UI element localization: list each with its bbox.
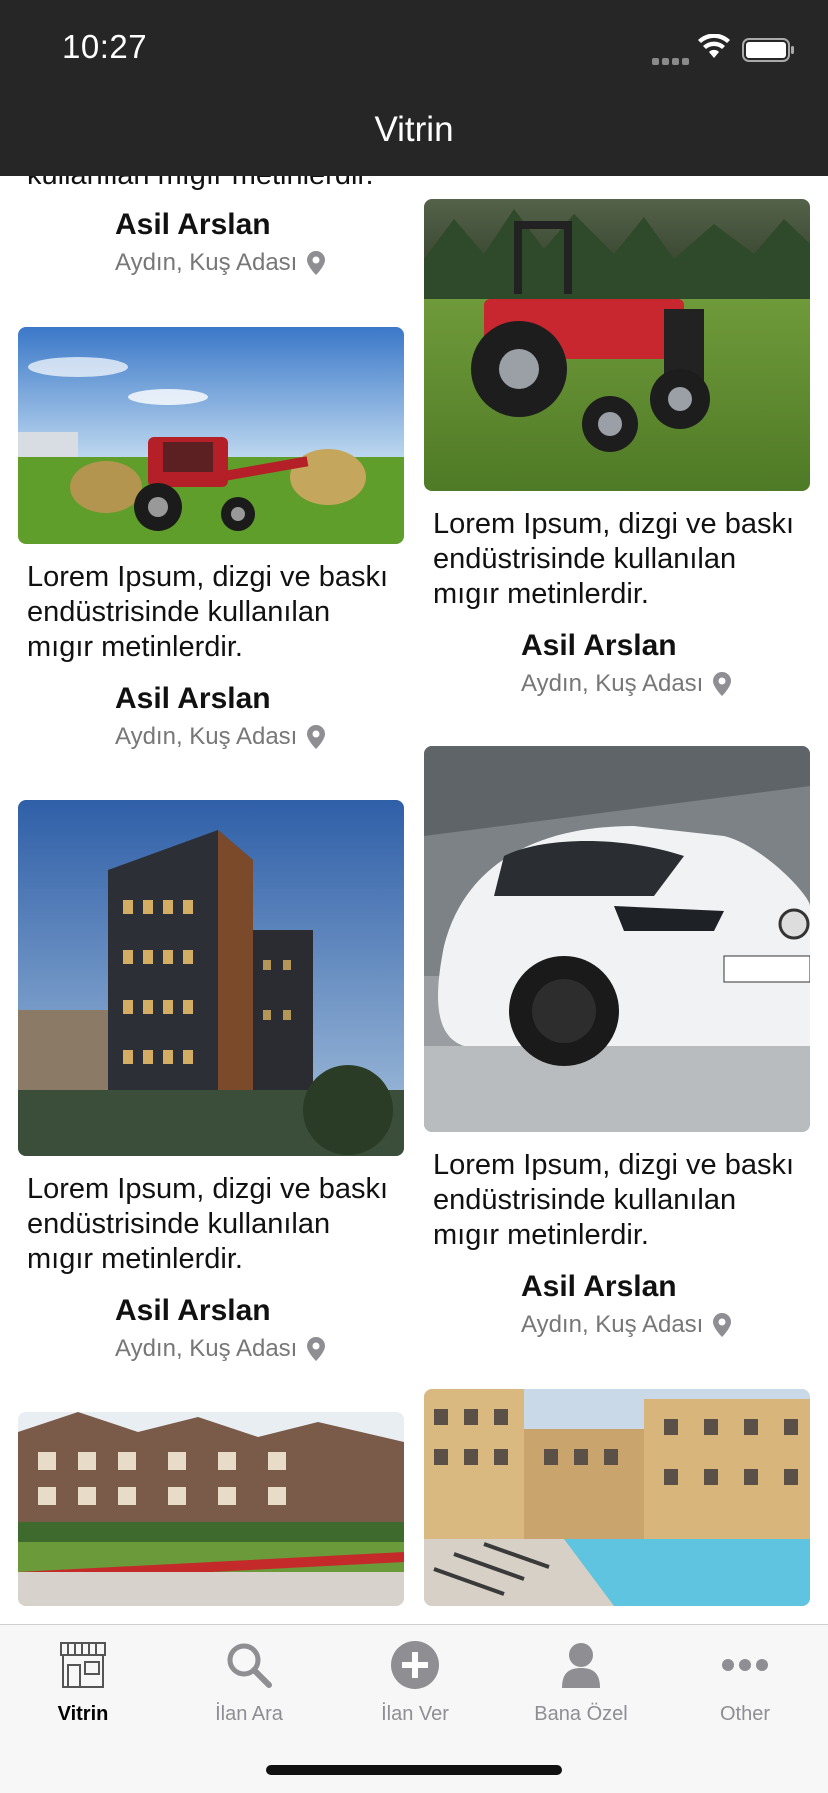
location-pin-icon — [713, 1313, 732, 1337]
tab-ilan-ara[interactable]: İlan Ara — [166, 1637, 332, 1726]
listing-seller: Asil Arslan — [521, 1270, 677, 1303]
listing-location: Aydın, Kuş Adası — [115, 249, 404, 277]
listing-card[interactable]: Lorem Ipsum, dizgi ve baskı endüstrisind… — [424, 199, 810, 698]
tab-label: Bana Özel — [534, 1703, 628, 1725]
search-icon — [166, 1637, 332, 1693]
location-text: Aydın, Kuş Adası — [115, 1335, 298, 1362]
listing-location: Aydın, Kuş Adası — [115, 723, 404, 751]
navigation-bar: Vitrin — [0, 88, 828, 176]
listing-image-townhouses — [18, 1412, 404, 1606]
listing-card[interactable]: Lorem Ipsum, dizgi ve baskı endüstrisind… — [18, 800, 404, 1363]
listing-card[interactable]: Lorem Ipsum, dizgi ve baskı endüstrisind… — [424, 746, 810, 1339]
listing-seller: Asil Arslan — [521, 629, 677, 662]
location-pin-icon — [307, 1337, 326, 1361]
listing-location: Aydın, Kuş Adası — [115, 1335, 404, 1363]
plus-circle-icon — [332, 1637, 498, 1693]
status-bar: 10:27 — [0, 0, 828, 88]
listing-location: Aydın, Kuş Adası — [521, 670, 810, 698]
location-text: Aydın, Kuş Adası — [521, 1311, 704, 1338]
listing-description: Lorem Ipsum, dizgi ve baskı endüstrisind… — [433, 508, 795, 610]
tab-label: Other — [719, 1703, 771, 1725]
tab-label: Vitrin — [57, 1703, 109, 1725]
listing-card[interactable]: kullanılan mıgır metinlerdir. Asil Arsla… — [18, 176, 404, 277]
location-pin-icon — [307, 251, 326, 275]
listing-seller: Asil Arslan — [115, 1294, 271, 1327]
tab-bana-ozel[interactable]: Bana Özel — [498, 1637, 664, 1726]
tab-vitrin[interactable]: Vitrin — [0, 1637, 166, 1726]
tab-ilan-ver[interactable]: İlan Ver — [332, 1637, 498, 1726]
home-indicator[interactable] — [266, 1765, 562, 1775]
listing-seller: Asil Arslan — [115, 682, 271, 715]
listing-card[interactable]: Lorem Ipsum, dizgi ve baskı endüstrisind… — [18, 327, 404, 751]
battery-icon — [742, 38, 796, 67]
listing-description: Lorem Ipsum, dizgi ve baskı endüstrisind… — [27, 561, 389, 663]
tab-other[interactable]: Other — [662, 1637, 828, 1726]
listing-image-tractor-hay — [18, 327, 404, 544]
location-text: Aydın, Kuş Adası — [521, 670, 704, 697]
listing-grid[interactable]: kullanılan mıgır metinlerdir. Asil Arsla… — [0, 176, 828, 1626]
listing-description: Lorem Ipsum, dizgi ve baskı endüstrisind… — [27, 1173, 389, 1275]
listing-description: kullanılan mıgır metinlerdir. — [18, 176, 404, 193]
location-text: Aydın, Kuş Adası — [115, 723, 298, 750]
storefront-icon — [0, 1637, 166, 1693]
listing-location: Aydın, Kuş Adası — [521, 1311, 810, 1339]
listing-image-building — [18, 800, 404, 1156]
listing-seller: Asil Arslan — [115, 208, 271, 241]
location-text: Aydın, Kuş Adası — [115, 249, 298, 276]
tab-label: İlan Ver — [381, 1703, 449, 1725]
wifi-icon — [697, 33, 731, 65]
listing-description: Lorem Ipsum, dizgi ve baskı endüstrisind… — [433, 1149, 795, 1251]
cellular-signal-icon — [652, 52, 692, 70]
page-title: Vitrin — [374, 110, 454, 149]
tab-label: İlan Ara — [215, 1703, 283, 1725]
more-icon — [662, 1637, 828, 1693]
listing-image-car — [424, 746, 810, 1132]
location-pin-icon — [307, 725, 326, 749]
listing-card[interactable] — [18, 1412, 404, 1606]
listing-image-pool-apartments — [424, 1389, 810, 1606]
person-icon — [498, 1637, 664, 1693]
listing-card[interactable] — [424, 1389, 810, 1606]
location-pin-icon — [713, 672, 732, 696]
listing-image-tractor — [424, 199, 810, 491]
status-time: 10:27 — [62, 28, 148, 65]
